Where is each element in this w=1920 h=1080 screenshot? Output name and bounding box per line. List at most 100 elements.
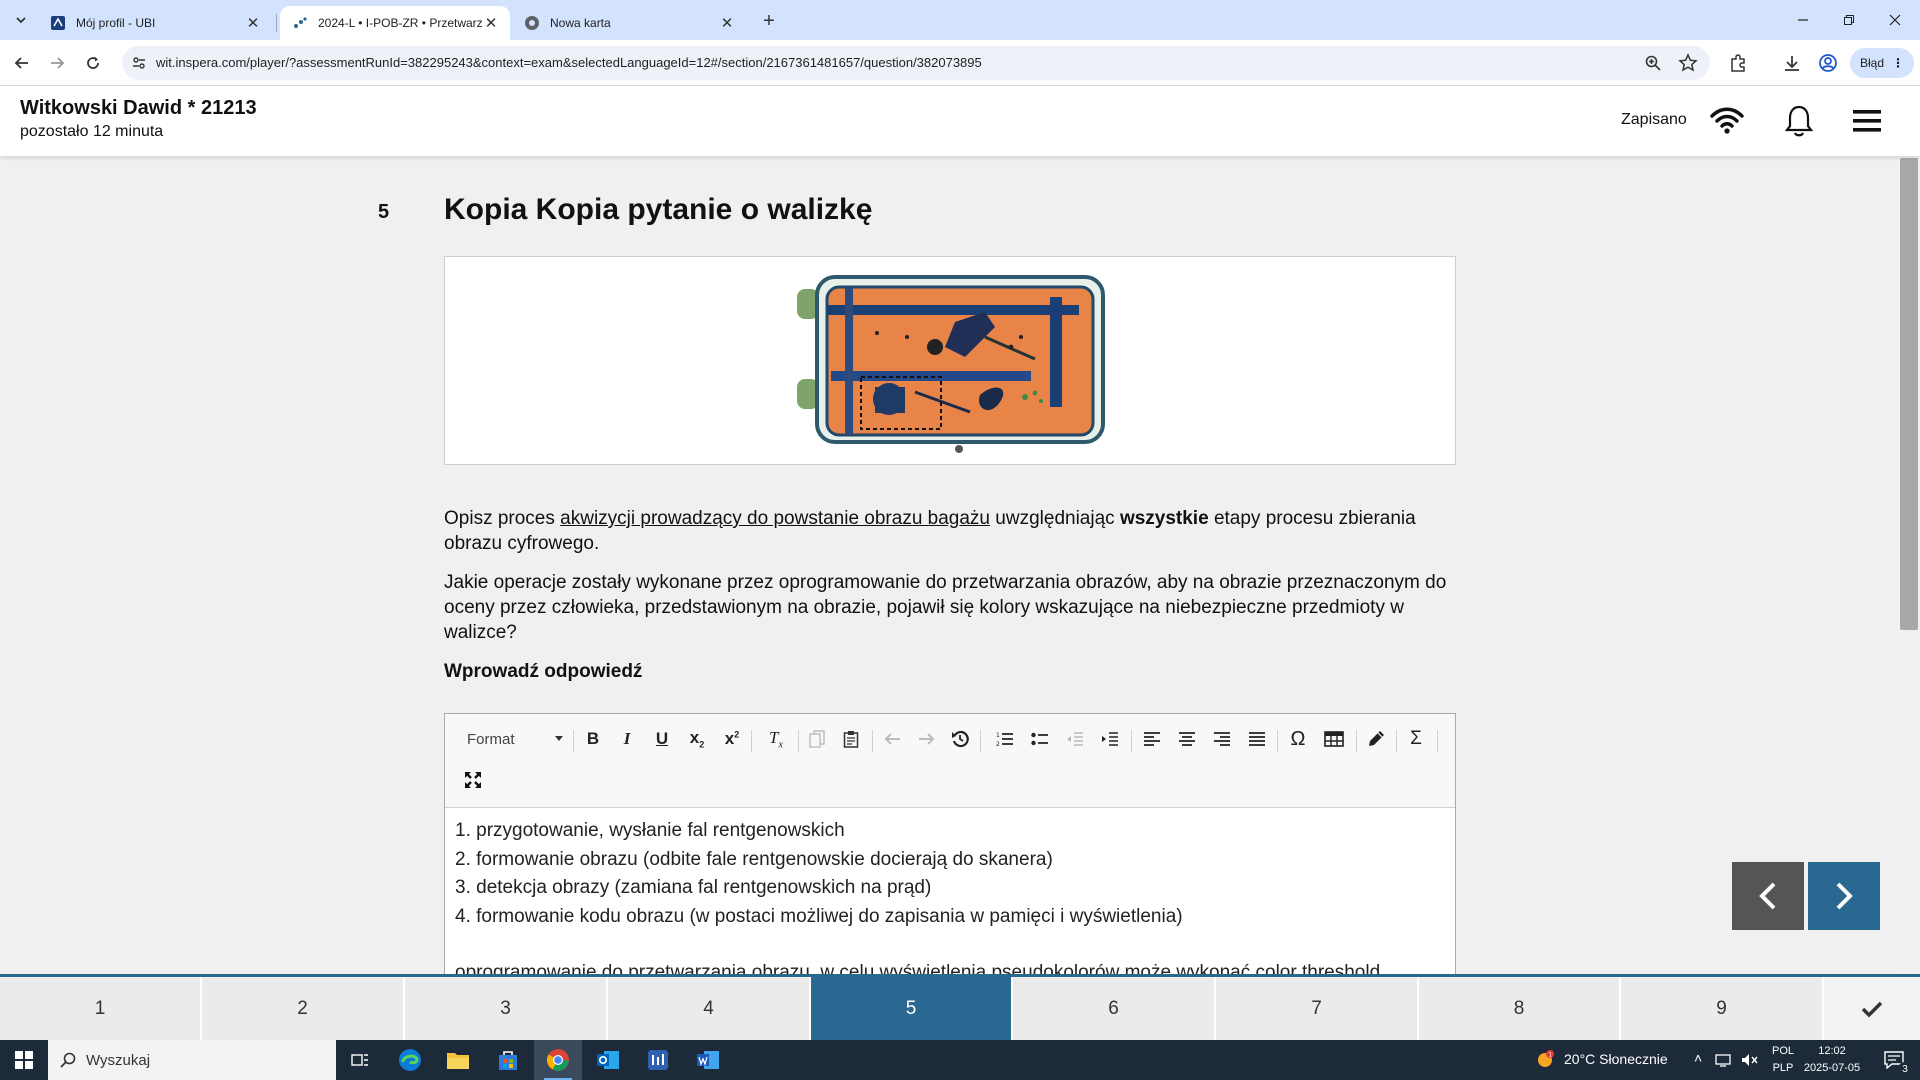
underline-button[interactable]: U [649, 726, 675, 752]
forward-button[interactable] [43, 49, 71, 77]
candidate-name: Witkowski Dawid * 21213 [20, 97, 257, 119]
submit-exam-button[interactable] [1824, 977, 1920, 1040]
tab-search-button[interactable] [8, 8, 34, 32]
chevron-up-icon[interactable]: ˄ [1694, 1050, 1702, 1066]
undo-button[interactable] [880, 726, 906, 752]
question-nav-9[interactable]: 9 [1621, 977, 1824, 1040]
format-dropdown[interactable]: Format [461, 727, 567, 751]
numbered-list-button[interactable]: 12 [992, 726, 1018, 752]
browser-tab-strip: Mój profil - UBI ✕ 2024-L • I-POB-ZR • P… [0, 0, 1920, 40]
inspera-taskbar-button[interactable] [634, 1040, 682, 1080]
taskbar-search[interactable]: Wyszukaj [48, 1040, 336, 1080]
profile-button[interactable] [1817, 52, 1839, 74]
justify-button[interactable] [1244, 726, 1270, 752]
start-button[interactable] [0, 1040, 48, 1080]
close-icon[interactable]: ✕ [718, 14, 736, 32]
draw-button[interactable] [1363, 726, 1389, 752]
remove-format-button[interactable]: Tx [763, 726, 789, 752]
back-button[interactable] [8, 49, 36, 77]
downloads-button[interactable] [1781, 52, 1803, 74]
answer-editor: Format B I U x2 x2 Tx 1 2 Ω Σ 1. przygot… [444, 713, 1456, 974]
omega-icon: Ω [1290, 727, 1306, 750]
next-question-button[interactable] [1808, 862, 1880, 930]
menu-button[interactable] [1852, 106, 1882, 136]
notification-center-button[interactable]: 3 [1872, 1040, 1916, 1080]
question-nav-8[interactable]: 8 [1419, 977, 1621, 1040]
redo-icon [919, 733, 935, 745]
question-nav-4[interactable]: 4 [608, 977, 811, 1040]
numbered-list-icon: 12 [996, 732, 1013, 747]
align-right-button[interactable] [1209, 726, 1235, 752]
minimize-button[interactable] [1780, 0, 1826, 40]
close-window-button[interactable] [1872, 0, 1918, 40]
italic-button[interactable]: I [614, 726, 640, 752]
extensions-button[interactable] [1727, 52, 1749, 74]
zoom-icon[interactable] [1644, 54, 1662, 72]
store-taskbar-button[interactable] [484, 1040, 532, 1080]
question-nav-6[interactable]: 6 [1013, 977, 1216, 1040]
toolbar-separator [751, 730, 752, 752]
page-scrollbar-thumb[interactable] [1900, 158, 1918, 630]
keyboard-layout[interactable]: PLP [1766, 1062, 1800, 1074]
paste-button[interactable] [838, 726, 864, 752]
inspera-favicon-icon [292, 15, 308, 31]
question-nav-2[interactable]: 2 [202, 977, 405, 1040]
browser-error-button[interactable]: Błąd ⋮ [1850, 48, 1914, 78]
superscript-button[interactable]: x2 [719, 726, 745, 752]
question-nav-7[interactable]: 7 [1216, 977, 1419, 1040]
clock-date[interactable]: 2025-07-05 [1800, 1062, 1864, 1074]
reload-button[interactable] [79, 49, 107, 77]
bookmark-star-icon[interactable] [1678, 53, 1698, 73]
table-button[interactable] [1321, 726, 1347, 752]
question-nav-5[interactable]: 5 [811, 977, 1013, 1040]
align-center-button[interactable] [1174, 726, 1200, 752]
notifications-button[interactable] [1783, 104, 1815, 138]
question-nav-3[interactable]: 3 [405, 977, 608, 1040]
network-icon[interactable] [1712, 1040, 1736, 1080]
task-view-button[interactable] [336, 1040, 384, 1080]
maximize-editor-button[interactable] [460, 767, 486, 793]
edge-taskbar-button[interactable] [386, 1040, 434, 1080]
previous-question-button[interactable] [1732, 862, 1804, 930]
address-bar[interactable]: wit.inspera.com/player/?assessmentRunId=… [122, 46, 1710, 80]
math-formula-button[interactable]: Σ [1403, 726, 1429, 752]
restore-button[interactable] [1826, 0, 1872, 40]
speaker-mute-icon[interactable] [1738, 1040, 1762, 1080]
outdent-button[interactable] [1062, 726, 1088, 752]
inspera-app-icon [648, 1050, 668, 1070]
toolbar-separator [798, 730, 799, 752]
copy-button[interactable] [804, 726, 830, 752]
align-left-button[interactable] [1139, 726, 1165, 752]
redo-button[interactable] [913, 726, 939, 752]
profile-icon [1819, 54, 1837, 72]
keyboard-language[interactable]: POL [1766, 1045, 1800, 1057]
bullet-list-button[interactable] [1027, 726, 1053, 752]
svg-text:1: 1 [1548, 1052, 1552, 1059]
save-status: Zapisano [1621, 111, 1687, 128]
browser-tab-new[interactable]: Nowa karta ✕ [512, 6, 746, 40]
chrome-taskbar-button[interactable] [534, 1040, 582, 1080]
editor-text-area[interactable]: 1. przygotowanie, wysłanie fal rentgenow… [445, 809, 1455, 974]
weather-text[interactable]: 20°C Słonecznie [1564, 1051, 1668, 1067]
close-icon[interactable]: ✕ [244, 14, 262, 32]
clock-time[interactable]: 12:02 [1800, 1045, 1864, 1057]
browser-tab-profile[interactable]: Mój profil - UBI ✕ [38, 6, 272, 40]
site-info-icon[interactable] [130, 54, 148, 72]
undo-icon [884, 733, 900, 745]
word-taskbar-button[interactable] [684, 1040, 732, 1080]
question-nav-1[interactable]: 1 [0, 977, 202, 1040]
revert-button[interactable] [947, 726, 973, 752]
close-icon[interactable]: ✕ [482, 14, 500, 32]
minimize-icon [1798, 19, 1808, 21]
browser-tab-exam[interactable]: 2024-L • I-POB-ZR • Przetwarza ✕ [280, 6, 510, 40]
new-tab-button[interactable]: + [756, 8, 782, 34]
outlook-taskbar-button[interactable] [584, 1040, 632, 1080]
time-remaining: pozostało 12 minuta [20, 123, 164, 140]
format-label: Format [467, 730, 515, 748]
file-explorer-taskbar-button[interactable] [434, 1040, 482, 1080]
weather-icon[interactable]: 1 [1530, 1040, 1560, 1080]
indent-button[interactable] [1097, 726, 1123, 752]
subscript-button[interactable]: x2 [684, 726, 710, 752]
bold-button[interactable]: B [580, 726, 606, 752]
special-character-button[interactable]: Ω [1285, 726, 1311, 752]
